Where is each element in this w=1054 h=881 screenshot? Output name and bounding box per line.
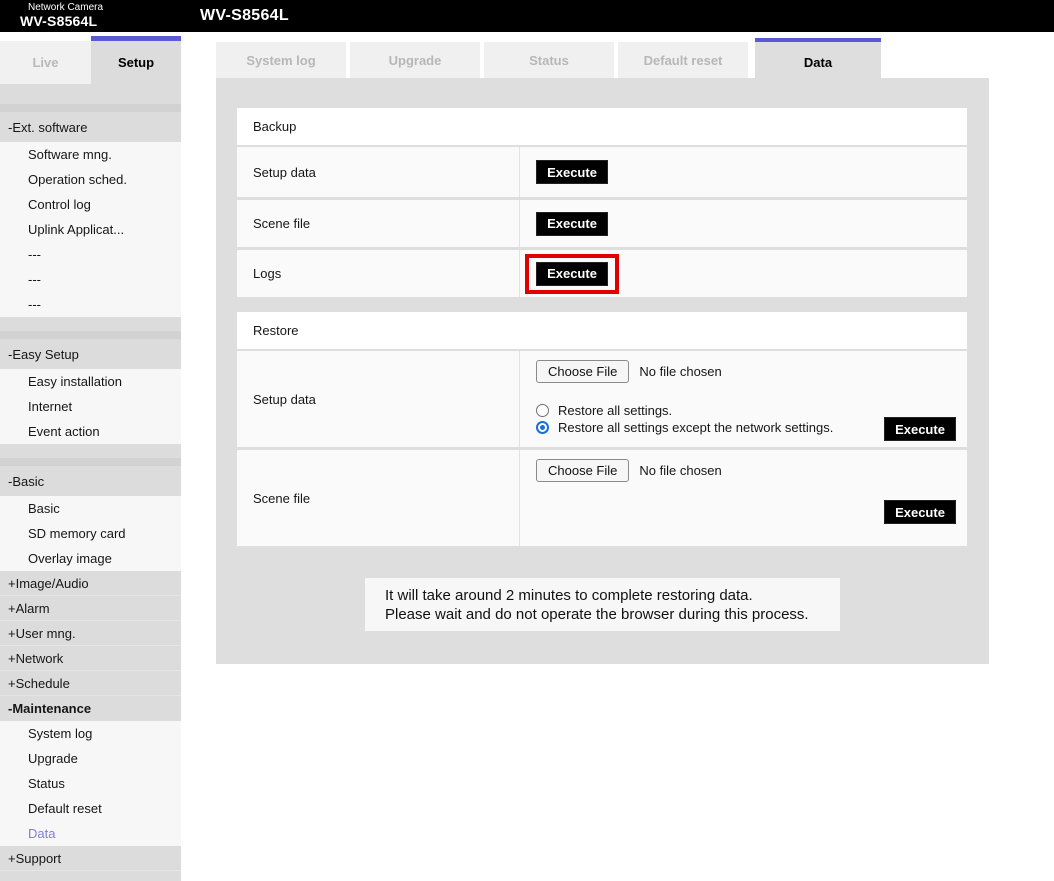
sidebar-item-internet[interactable]: Internet: [0, 394, 181, 419]
sidebar-item-event-action[interactable]: Event action: [0, 419, 181, 444]
sidebar-item-software-mng[interactable]: Software mng.: [0, 142, 181, 167]
sidebar-item-easy-installation[interactable]: Easy installation: [0, 369, 181, 394]
radio-unselected-icon[interactable]: [536, 404, 549, 417]
tab-default-reset[interactable]: Default reset: [618, 42, 748, 78]
sidebar-divider: [0, 331, 181, 339]
note-line-1: It will take around 2 minutes to complet…: [385, 586, 840, 605]
sidebar-item-uplink-applicat[interactable]: Uplink Applicat...: [0, 217, 181, 242]
camera-admin-screen: Network Camera WV-S8564L WV-S8564L Live …: [0, 0, 1054, 881]
nav-tab-live[interactable]: Live: [0, 41, 91, 84]
sidebar-item-upgrade[interactable]: Upgrade: [0, 746, 181, 771]
data-page-panel: Backup Setup data Execute Scene file Exe…: [216, 78, 989, 664]
sidebar-items-maintenance: System log Upgrade Status Default reset …: [0, 721, 181, 846]
nav-tab-setup[interactable]: Setup: [91, 36, 181, 84]
sidebar-items-basic: Basic SD memory card Overlay image: [0, 496, 181, 571]
sidebar-section-network[interactable]: +Network: [0, 646, 181, 671]
sidebar-items-easy-setup: Easy installation Internet Event action: [0, 369, 181, 444]
restore-option-except-network-label: Restore all settings except the network …: [558, 420, 833, 435]
radio-selected-icon[interactable]: [536, 421, 549, 434]
restore-section-title: Restore: [237, 312, 967, 349]
restore-option-except-network[interactable]: Restore all settings except the network …: [536, 419, 833, 435]
table-row: Setup data Choose File No file chosen Re…: [237, 351, 967, 447]
backup-logs-label: Logs: [237, 250, 520, 297]
restore-setup-data-file-input: Choose File No file chosen: [536, 359, 722, 383]
tab-data[interactable]: Data: [755, 38, 881, 82]
sidebar-section-schedule[interactable]: +Schedule: [0, 671, 181, 696]
restore-table: Restore Setup data Choose File No file c…: [237, 312, 967, 549]
restore-setup-data-label: Setup data: [237, 351, 520, 447]
table-row: Setup data Execute: [237, 147, 967, 197]
table-row: Scene file Execute: [237, 200, 967, 247]
restore-scene-file-execute-button[interactable]: Execute: [884, 500, 956, 524]
page-model-title: WV-S8564L: [200, 7, 289, 25]
backup-setup-data-execute-button[interactable]: Execute: [536, 160, 608, 184]
sidebar-item-default-reset[interactable]: Default reset: [0, 796, 181, 821]
tab-upgrade[interactable]: Upgrade: [350, 42, 480, 78]
brand-product-label: Network Camera: [20, 3, 103, 14]
sidebar-item-empty-slot: ---: [0, 242, 181, 267]
sidebar-section-image-audio[interactable]: +Image/Audio: [0, 571, 181, 596]
restore-note: It will take around 2 minutes to complet…: [365, 578, 840, 631]
backup-table: Backup Setup data Execute Scene file Exe…: [237, 108, 967, 300]
table-row: Logs Execute: [237, 250, 967, 297]
sidebar-section-easy-setup[interactable]: -Easy Setup: [0, 339, 181, 369]
sidebar-item-basic[interactable]: Basic: [0, 496, 181, 521]
sidebar-section-alarm[interactable]: +Alarm: [0, 596, 181, 621]
backup-setup-data-label: Setup data: [237, 147, 520, 197]
file-status-text: No file chosen: [639, 463, 721, 478]
file-status-text: No file chosen: [639, 364, 721, 379]
choose-file-button[interactable]: Choose File: [536, 360, 629, 383]
sidebar-section-support[interactable]: +Support: [0, 846, 181, 871]
sidebar-item-control-log[interactable]: Control log: [0, 192, 181, 217]
sidebar-item-empty-slot: ---: [0, 267, 181, 292]
restore-option-all-label: Restore all settings.: [558, 403, 672, 418]
table-row: Scene file Choose File No file chosen Ex…: [237, 450, 967, 546]
sidebar-item-sd-memory-card[interactable]: SD memory card: [0, 521, 181, 546]
backup-logs-execute-button[interactable]: Execute: [536, 262, 608, 286]
highlight-red-box: Execute: [525, 254, 619, 294]
brand: Network Camera WV-S8564L: [20, 3, 103, 28]
restore-option-all[interactable]: Restore all settings.: [536, 402, 833, 418]
sidebar-items-ext-software: Software mng. Operation sched. Control l…: [0, 142, 181, 317]
sidebar-item-operation-sched[interactable]: Operation sched.: [0, 167, 181, 192]
sidebar-section-ext-software[interactable]: -Ext. software: [0, 112, 181, 142]
sidebar-spacer: [0, 84, 181, 104]
sidebar: -Ext. software Software mng. Operation s…: [0, 84, 181, 881]
backup-section-title: Backup: [237, 108, 967, 145]
sidebar-spacer: [0, 444, 181, 458]
backup-scene-file-label: Scene file: [237, 200, 520, 247]
sidebar-divider: [0, 458, 181, 466]
sidebar-item-empty-slot: ---: [0, 292, 181, 317]
choose-file-button[interactable]: Choose File: [536, 459, 629, 482]
tab-system-log[interactable]: System log: [216, 42, 346, 78]
maintenance-tabbar: System log Upgrade Status Default reset …: [216, 42, 881, 82]
sidebar-divider: [0, 104, 181, 112]
sidebar-item-status[interactable]: Status: [0, 771, 181, 796]
sidebar-section-user-mng[interactable]: +User mng.: [0, 621, 181, 646]
restore-scene-file-label: Scene file: [237, 450, 520, 546]
sidebar-item-data[interactable]: Data: [0, 821, 181, 846]
sidebar-section-basic[interactable]: -Basic: [0, 466, 181, 496]
backup-scene-file-execute-button[interactable]: Execute: [536, 212, 608, 236]
sidebar-spacer: [0, 317, 181, 331]
restore-setup-data-execute-button[interactable]: Execute: [884, 417, 956, 441]
brand-model-label: WV-S8564L: [20, 14, 103, 29]
topbar: Network Camera WV-S8564L WV-S8564L: [0, 0, 1054, 32]
sidebar-section-maintenance[interactable]: -Maintenance: [0, 696, 181, 721]
tab-status[interactable]: Status: [484, 42, 614, 78]
restore-scene-file-file-input: Choose File No file chosen: [536, 458, 722, 482]
note-line-2: Please wait and do not operate the brows…: [385, 605, 840, 624]
sidebar-item-overlay-image[interactable]: Overlay image: [0, 546, 181, 571]
sidebar-item-system-log[interactable]: System log: [0, 721, 181, 746]
restore-options-group: Restore all settings. Restore all settin…: [536, 401, 833, 435]
